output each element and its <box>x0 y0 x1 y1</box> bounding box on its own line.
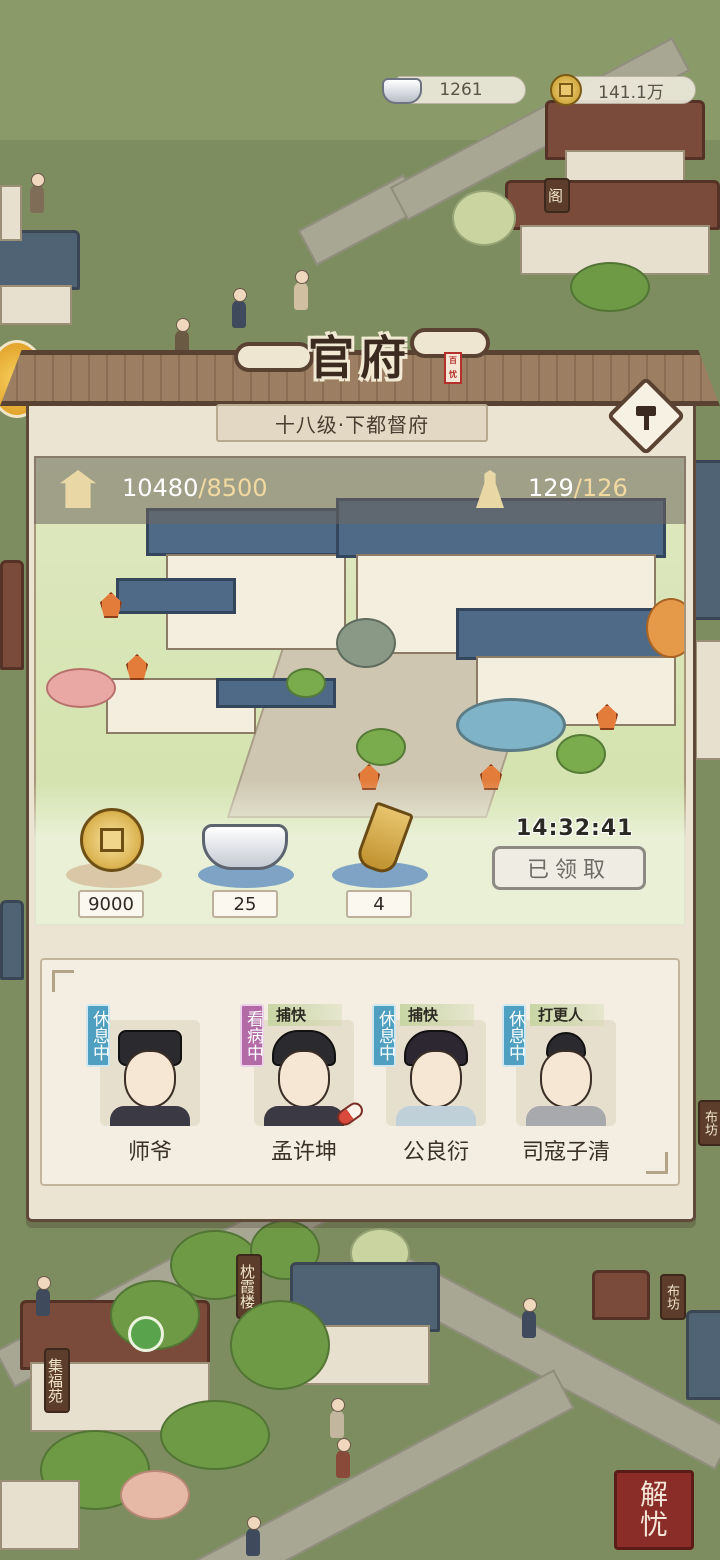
reward-token[interactable]: 4 <box>330 801 430 918</box>
staff-name: 孟许坤 <box>270 1140 337 1165</box>
silver-value: 1261 <box>439 80 483 100</box>
population-current: 129 <box>528 474 574 502</box>
copper-coin-icon <box>80 808 144 872</box>
tree <box>570 262 650 312</box>
tree <box>230 1300 330 1390</box>
staff-portrait <box>516 1020 616 1126</box>
face <box>124 1050 176 1108</box>
staff-member[interactable]: 休息中 捕快 公良衍 <box>372 1004 496 1170</box>
reward-silver[interactable]: 25 <box>196 806 296 918</box>
silver-ingot-icon <box>202 824 288 870</box>
staff-name: 师爷 <box>127 1140 172 1165</box>
mansion-roof <box>456 608 676 660</box>
seal-stamp: 百忧 <box>444 352 462 384</box>
townsperson <box>330 1398 345 1438</box>
house-wall <box>0 1480 80 1550</box>
shrub <box>556 734 606 774</box>
staff-member[interactable]: 休息中 师爷 <box>86 1004 210 1170</box>
cloth-shop-sign-lower[interactable]: 布坊 <box>660 1274 686 1320</box>
cloth-shop-stall <box>592 1270 650 1320</box>
tree <box>160 1400 270 1470</box>
reward-coins[interactable]: 9000 <box>64 806 164 918</box>
face <box>278 1050 330 1108</box>
face <box>540 1050 592 1108</box>
rock-garden <box>336 618 396 668</box>
status-tag-resting: 休息中 <box>502 1004 526 1067</box>
cloud-ornament-icon <box>234 342 314 372</box>
population-stat: 129/126 <box>528 474 628 502</box>
prosperity-stat: 10480/8500 <box>122 474 268 502</box>
staff-member[interactable]: 看病中 捕快 孟许坤 <box>240 1004 367 1170</box>
role-tag: 打更人 <box>530 1004 604 1026</box>
face <box>410 1050 462 1108</box>
coin-counter[interactable]: 141.1万 <box>566 76 696 104</box>
copper-coin-icon <box>550 74 582 106</box>
townsperson <box>294 270 309 310</box>
tree <box>120 1470 190 1520</box>
prosperity-current: 10480 <box>122 474 199 502</box>
reward-coins-count: 9000 <box>78 890 144 918</box>
reward-silver-count: 25 <box>212 890 278 918</box>
staff-member[interactable]: 休息中 打更人 司寇子清 <box>502 1004 626 1170</box>
pond <box>456 698 566 752</box>
coin-value: 141.1万 <box>598 82 664 103</box>
population-cap: /126 <box>573 474 628 502</box>
role-tag: 捕快 <box>400 1004 474 1026</box>
edge-building <box>0 560 24 670</box>
townsperson <box>30 173 45 213</box>
jifu-garden-sign[interactable]: 集福苑 <box>44 1348 70 1413</box>
tree <box>452 190 516 246</box>
panel-title-plaque: 官府 <box>210 318 510 392</box>
silver-ingot-icon <box>382 78 422 104</box>
edge-building <box>686 1310 720 1400</box>
townsperson <box>36 1276 51 1316</box>
staff-portrait <box>100 1020 200 1126</box>
pavilion-lower-roof <box>505 180 720 230</box>
flower-bush <box>46 668 116 708</box>
robe <box>526 1106 606 1126</box>
edge-building <box>0 900 24 980</box>
corner-ornament-icon <box>646 1152 668 1174</box>
shrub <box>286 668 326 698</box>
reward-timer: 14:32:41 <box>516 816 634 841</box>
mansion-roof <box>116 578 236 614</box>
lantern-icon <box>126 654 148 680</box>
office-level-label: 十八级·下都督府 <box>216 404 488 442</box>
status-tag-sick: 看病中 <box>240 1004 264 1067</box>
robe <box>110 1106 190 1126</box>
townsperson <box>336 1438 351 1478</box>
prosperity-cap: /8500 <box>198 474 268 502</box>
house-wall <box>0 285 72 325</box>
staff-portrait <box>254 1020 354 1126</box>
status-tag-resting: 休息中 <box>86 1004 110 1067</box>
staff-portrait <box>386 1020 486 1126</box>
edge-building <box>695 640 720 760</box>
shrub <box>356 728 406 766</box>
corner-ornament-icon <box>52 970 74 992</box>
staff-name: 公良衍 <box>402 1140 469 1165</box>
pavilion-sign[interactable]: 阁 <box>544 178 570 213</box>
status-tag-resting: 休息中 <box>372 1004 396 1067</box>
task-marker-icon[interactable] <box>128 1316 164 1352</box>
reward-token-count: 4 <box>346 890 412 918</box>
staff-name: 司寇子清 <box>521 1140 610 1165</box>
claimed-button[interactable]: 已领取 <box>492 846 646 890</box>
house-chimney <box>0 185 22 241</box>
townsperson <box>522 1298 537 1338</box>
stamp-char-2: 忧 <box>639 1508 668 1541</box>
role-tag: 捕快 <box>268 1004 342 1026</box>
robe <box>264 1106 344 1126</box>
worry-relief-button[interactable]: 解 忧 <box>614 1470 694 1550</box>
hammer-icon <box>632 402 660 430</box>
robe <box>396 1106 476 1126</box>
townsperson <box>246 1516 261 1556</box>
stamp-char-1: 解 <box>639 1478 668 1511</box>
panel-title: 官府 <box>308 331 412 385</box>
cloth-shop-sign-right[interactable]: 布坊 <box>698 1100 720 1146</box>
